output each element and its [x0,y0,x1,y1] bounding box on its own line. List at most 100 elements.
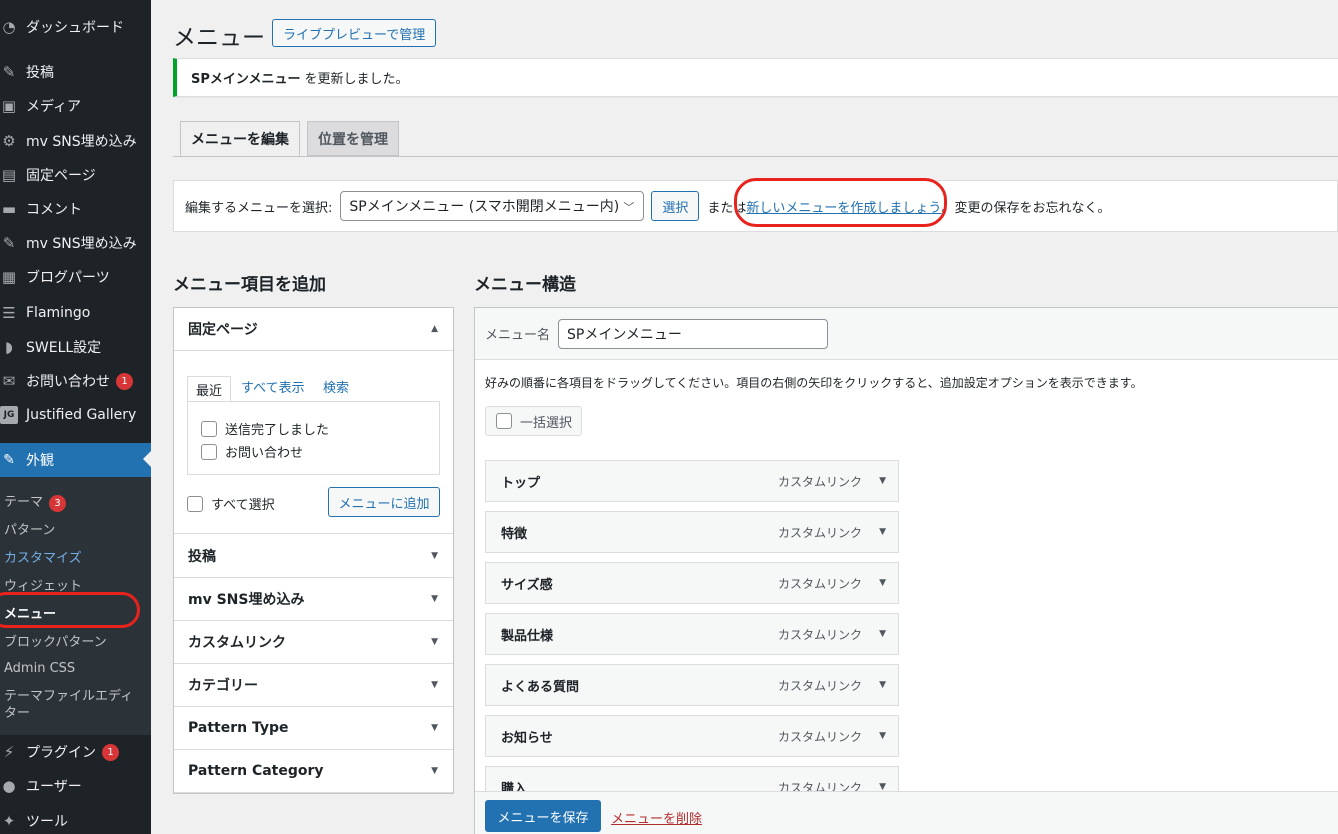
arrow-down-icon[interactable]: ▼ [879,629,886,639]
sidebar-item-label: コメント [26,202,82,218]
accordion-mv-sns[interactable]: mv SNS埋め込み ▼ [174,578,453,621]
tab-view-all[interactable]: すべて表示 [241,377,305,396]
save-menu-button[interactable]: メニューを保存 [485,800,601,832]
list-icon: ☰ [2,304,16,322]
menu-item[interactable]: トップ カスタムリンク ▼ [485,460,899,502]
bulk-select-button[interactable]: 一括選択 [485,406,582,436]
count-badge: 1 [102,743,119,761]
sidebar-item-label: 外観 [26,453,54,469]
gear-icon: ⚙ [2,132,16,150]
user-icon: ● [2,777,16,795]
sidebar-item-flamingo[interactable]: ☰ Flamingo [0,296,151,330]
arrow-down-icon[interactable]: ▼ [879,578,886,588]
select-menu-label: 編集するメニューを選択: [185,200,333,216]
menu-item-title: よくある質問 [501,679,580,695]
sidebar-item-mv-sns-1[interactable]: ⚙ mv SNS埋め込み [0,124,151,158]
create-new-menu-link[interactable]: 新しいメニューを作成しましょう [746,197,941,216]
page-icon: ▤ [1,166,17,184]
menu-item[interactable]: 製品仕様 カスタムリンク ▼ [485,613,899,655]
sidebar-item-mv-sns-2[interactable]: ✎ mv SNS埋め込み [0,226,151,260]
submenu-block-patterns[interactable]: ブロックパターン [4,631,107,650]
save-reminder-text: 。変更の保存をお忘れなく。 [941,200,1111,216]
accordion-pattern-category[interactable]: Pattern Category ▼ [174,750,453,793]
sidebar-item-label: ダッシュボード [26,20,124,36]
select-all-checkbox[interactable] [187,495,203,512]
submenu-widgets[interactable]: ウィジェット [4,575,82,594]
menu-item-title: 製品仕様 [501,628,554,644]
select-all-row[interactable]: すべて選択 [187,494,275,513]
sidebar-item-label: Justified Gallery [26,407,137,423]
manage-menus-bar: 編集するメニューを選択: SPメインメニュー (スマホ開閉メニュー内) ﹀ 選択… [173,180,1338,232]
menu-item[interactable]: 特徴 カスタムリンク ▼ [485,511,899,553]
sidebar-item-contact[interactable]: ✉ お問い合わせ 1 [0,364,151,398]
sidebar-item-appearance[interactable]: ✎ 外観 [0,443,151,477]
arrow-down-icon[interactable]: ▼ [879,782,886,791]
arrow-down-icon[interactable]: ▼ [879,680,886,690]
sidebar-item-media[interactable]: ▣ メディア [0,89,151,123]
pages-accordion-body: 最近 すべて表示 検索 送信完了しました お問い合わせ すべて選択 メニューに追… [174,351,453,534]
arrow-down-icon: ▼ [431,637,438,647]
accordion-pages[interactable]: 固定ページ ▲ [174,308,453,351]
arrow-down-icon: ▼ [431,551,438,561]
tab-search[interactable]: 検索 [323,377,349,396]
sidebar-item-label: SWELL設定 [26,340,102,356]
checkbox[interactable] [201,443,217,460]
live-preview-button[interactable]: ライブプレビューで管理 [272,19,437,47]
media-icon: ▣ [1,97,17,115]
submenu-theme-file-editor[interactable]: テーマファイルエディター [4,688,144,722]
sidebar-item-label: ツール [26,814,68,830]
submenu-customize[interactable]: カスタマイズ [4,547,82,566]
tab-recent[interactable]: 最近 [187,376,232,403]
sidebar-item-posts[interactable]: ✎ 投稿 [0,55,151,89]
submenu-admin-css[interactable]: Admin CSS [4,661,75,676]
menu-name-label: メニュー名 [485,328,551,343]
checkbox[interactable] [496,413,512,429]
arrow-down-icon[interactable]: ▼ [879,731,886,741]
sidebar-item-pages[interactable]: ▤ 固定ページ [0,158,151,192]
sidebar-item-dashboard[interactable]: ◔ ダッシュボード [0,10,151,44]
sidebar-item-comments[interactable]: ▬ コメント [0,192,151,226]
arrow-down-icon[interactable]: ▼ [879,476,886,486]
menu-select-dropdown[interactable]: SPメインメニュー (スマホ開閉メニュー内) ﹀ [340,191,645,221]
submenu-menus[interactable]: メニュー [4,603,56,622]
add-menu-items-panel: 固定ページ ▲ 最近 すべて表示 検索 送信完了しました お問い合わせ すべて選… [173,307,454,794]
menu-name-input[interactable]: SPメインメニュー [558,318,829,349]
sidebar-item-swell[interactable]: ◗ SWELL設定 [0,330,151,364]
menu-item-type: カスタムリンク [777,474,862,489]
select-button[interactable]: 選択 [651,191,700,221]
add-to-menu-button[interactable]: メニューに追加 [328,487,440,517]
accordion-pattern-type[interactable]: Pattern Type ▼ [174,707,453,750]
menu-item[interactable]: サイズ感 カスタムリンク ▼ [485,562,899,604]
notice-text: を更新しました。 [304,72,409,87]
sidebar-item-plugins[interactable]: ⚡ プラグイン 1 [0,735,151,769]
sidebar-item-tools[interactable]: ✦ ツール [0,804,151,834]
tab-edit-menus[interactable]: メニューを編集 [180,121,300,156]
arrow-down-icon[interactable]: ▼ [879,527,886,537]
list-item[interactable]: 送信完了しました [201,419,329,438]
tab-manage-locations[interactable]: 位置を管理 [307,121,399,156]
arrow-down-icon: ▼ [431,766,438,776]
sidebar-item-label: お問い合わせ [26,374,110,390]
submenu-patterns[interactable]: パターン [4,519,55,538]
menu-item[interactable]: 購入 カスタムリンク ▼ [485,766,899,791]
sidebar-item-blog-parts[interactable]: ▦ ブログパーツ [0,260,151,294]
delete-menu-link[interactable]: メニューを削除 [611,808,702,827]
arrow-down-icon: ▼ [431,723,438,733]
menu-item[interactable]: お知らせ カスタムリンク ▼ [485,715,899,757]
submenu-themes[interactable]: テーマ 3 [4,491,67,512]
menu-item[interactable]: よくある質問 カスタムリンク ▼ [485,664,899,706]
pages-checklist: 送信完了しました お問い合わせ [187,401,440,475]
menu-item-title: お知らせ [501,730,553,746]
dashboard-icon: ◔ [2,18,16,36]
comment-icon: ▬ [1,200,17,218]
sidebar-item-justified-gallery[interactable]: JG Justified Gallery [0,398,151,432]
accordion-custom-links[interactable]: カスタムリンク ▼ [174,621,453,664]
accordion-categories[interactable]: カテゴリー ▼ [174,664,453,707]
arrow-up-icon: ▲ [431,324,438,334]
accordion-posts[interactable]: 投稿 ▼ [174,535,453,578]
checkbox[interactable] [201,420,217,437]
page-title: メニュー [173,25,265,51]
or-text: または [707,200,747,216]
list-item[interactable]: お問い合わせ [201,442,303,461]
sidebar-item-users[interactable]: ● ユーザー [0,769,151,803]
